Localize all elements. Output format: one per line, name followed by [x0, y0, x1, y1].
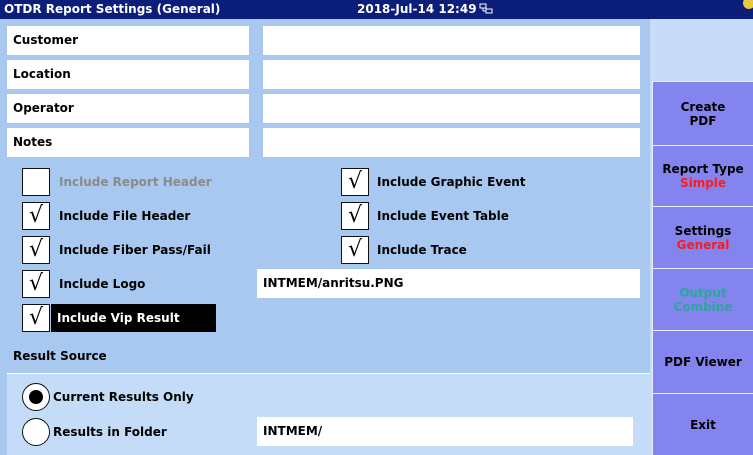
report-type-button[interactable]: Report Type Simple — [652, 145, 753, 206]
create-pdf-label-line2: PDF — [689, 113, 717, 128]
softkey-sidebar: Create PDF Report Type Simple Settings G… — [650, 19, 753, 455]
operator-field[interactable] — [263, 94, 640, 123]
include-event-table-label: Include Event Table — [377, 209, 509, 223]
include-trace-checkbox[interactable]: √ — [341, 236, 369, 264]
output-value: Combine — [673, 299, 733, 314]
include-file-header-checkbox[interactable]: √ — [22, 202, 50, 230]
output-button[interactable]: Output Combine — [652, 268, 753, 330]
operator-label: Operator — [7, 94, 249, 123]
datetime-display: 2018-Jul-14 12:49 — [357, 2, 477, 16]
current-results-radio[interactable] — [22, 383, 50, 411]
corner-indicator-icon — [743, 0, 753, 9]
include-fiber-pass-fail-checkbox[interactable]: √ — [22, 236, 50, 264]
report-type-value: Simple — [679, 176, 727, 190]
result-source-panel: Current Results Only Results in Folder I… — [7, 373, 650, 455]
create-pdf-label-line1: Create — [680, 99, 726, 114]
network-icon — [479, 3, 493, 14]
include-fiber-pass-fail-label: Include Fiber Pass/Fail — [59, 243, 211, 257]
include-file-header-label: Include File Header — [59, 209, 191, 223]
pdf-viewer-label: PDF Viewer — [664, 355, 742, 369]
settings-value: General — [676, 237, 730, 252]
notes-label: Notes — [7, 128, 249, 157]
result-source-heading: Result Source — [13, 349, 107, 363]
logo-path-field[interactable]: INTMEM/anritsu.PNG — [257, 269, 640, 298]
customer-label: Customer — [7, 26, 249, 55]
location-field[interactable] — [263, 60, 640, 89]
results-in-folder-radio[interactable] — [22, 418, 50, 446]
include-event-table-checkbox[interactable]: √ — [341, 202, 369, 230]
notes-field[interactable] — [263, 128, 640, 157]
output-label: Output — [679, 285, 727, 300]
create-pdf-button[interactable]: Create PDF — [652, 81, 753, 145]
include-graphic-event-label: Include Graphic Event — [377, 175, 526, 189]
include-vip-result-label: Include Vip Result — [51, 304, 216, 332]
pdf-viewer-button[interactable]: PDF Viewer — [652, 330, 753, 393]
include-report-header-checkbox[interactable] — [22, 168, 50, 196]
customer-field[interactable] — [263, 26, 640, 55]
title-bar: OTDR Report Settings (General) 2018-Jul-… — [0, 0, 753, 19]
settings-button[interactable]: Settings General — [652, 206, 753, 268]
results-in-folder-label: Results in Folder — [53, 425, 167, 439]
include-trace-label: Include Trace — [377, 243, 467, 257]
include-logo-checkbox[interactable]: √ — [22, 270, 50, 298]
include-graphic-event-checkbox[interactable]: √ — [341, 168, 369, 196]
include-report-header-label: Include Report Header — [59, 175, 212, 189]
exit-label: Exit — [690, 417, 716, 432]
window-title: OTDR Report Settings (General) — [4, 2, 221, 16]
include-vip-result-checkbox[interactable]: √ — [22, 304, 50, 332]
exit-button[interactable]: Exit — [652, 393, 753, 455]
settings-label: Settings — [674, 223, 732, 238]
report-type-label: Report Type — [662, 162, 744, 176]
settings-panel: Customer Location Operator Notes Include… — [0, 19, 650, 455]
include-logo-label: Include Logo — [59, 277, 146, 291]
folder-path-field[interactable]: INTMEM/ — [257, 417, 633, 446]
location-label: Location — [7, 60, 249, 89]
current-results-label: Current Results Only — [53, 390, 194, 404]
radio-selected-dot — [29, 390, 43, 404]
